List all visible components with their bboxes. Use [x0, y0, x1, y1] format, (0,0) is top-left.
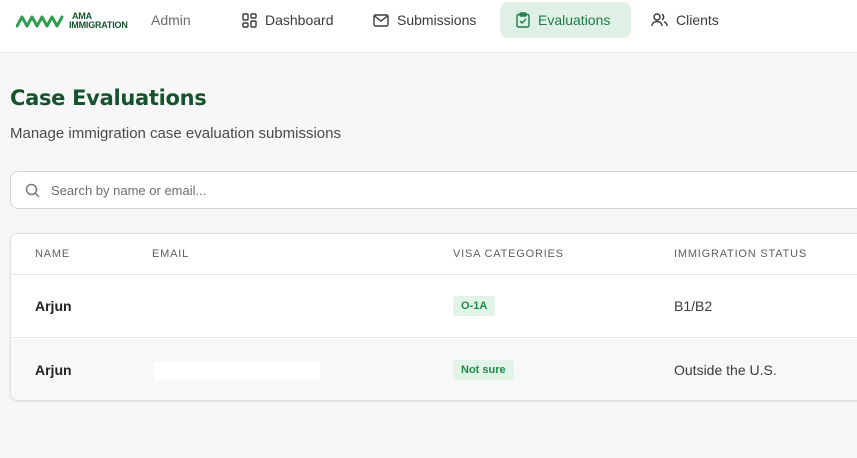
nav-submissions-label: Submissions	[397, 12, 477, 28]
cell-immigration-status: Outside the U.S.	[674, 362, 777, 378]
cell-email-redacted	[154, 362, 320, 380]
nav-submissions[interactable]: Submissions	[365, 2, 484, 38]
column-header-immigration-status[interactable]: IMMIGRATION STATUS	[674, 248, 807, 260]
logo-wave-icon	[16, 15, 64, 28]
nav-clients-label: Clients	[676, 12, 719, 28]
column-header-name[interactable]: NAME	[35, 248, 70, 260]
search-icon	[25, 183, 40, 198]
table-row[interactable]: Arjun Not sure Outside the U.S.	[11, 339, 857, 400]
search-box	[10, 171, 857, 209]
mail-icon	[373, 13, 389, 27]
page-title: Case Evaluations	[10, 86, 207, 110]
search-input[interactable]	[51, 172, 831, 208]
cell-name: Arjun	[35, 298, 72, 314]
column-header-visa-categories[interactable]: VISA CATEGORIES	[453, 248, 564, 260]
logo-line-2: IMMIGRATION	[69, 20, 128, 30]
top-navigation-bar: AMA IMMIGRATION Admin Dashboard Submissi…	[0, 0, 857, 53]
nav-dashboard-label: Dashboard	[265, 12, 334, 28]
nav-dashboard[interactable]: Dashboard	[234, 2, 342, 38]
table-header: NAME EMAIL VISA CATEGORIES IMMIGRATION S…	[11, 234, 857, 275]
nav-clients[interactable]: Clients	[643, 2, 727, 38]
cell-immigration-status: B1/B2	[674, 298, 713, 314]
nav-evaluations[interactable]: Evaluations	[500, 2, 631, 38]
users-icon	[651, 13, 668, 27]
nav-evaluations-label: Evaluations	[538, 12, 611, 28]
dashboard-icon	[242, 12, 257, 28]
table-row[interactable]: Arjun O-1A B1/B2	[11, 275, 857, 338]
role-label: Admin	[151, 12, 191, 28]
cell-name: Arjun	[35, 362, 72, 378]
logo-text: AMA IMMIGRATION	[69, 12, 128, 30]
brand-logo[interactable]: AMA IMMIGRATION	[16, 12, 128, 30]
visa-badge: Not sure	[453, 360, 514, 380]
clipboard-check-icon	[516, 12, 530, 28]
page-subtitle: Manage immigration case evaluation submi…	[10, 125, 341, 142]
visa-badge: O-1A	[453, 296, 496, 316]
column-header-email[interactable]: EMAIL	[152, 248, 189, 260]
evaluations-table: NAME EMAIL VISA CATEGORIES IMMIGRATION S…	[10, 233, 857, 401]
